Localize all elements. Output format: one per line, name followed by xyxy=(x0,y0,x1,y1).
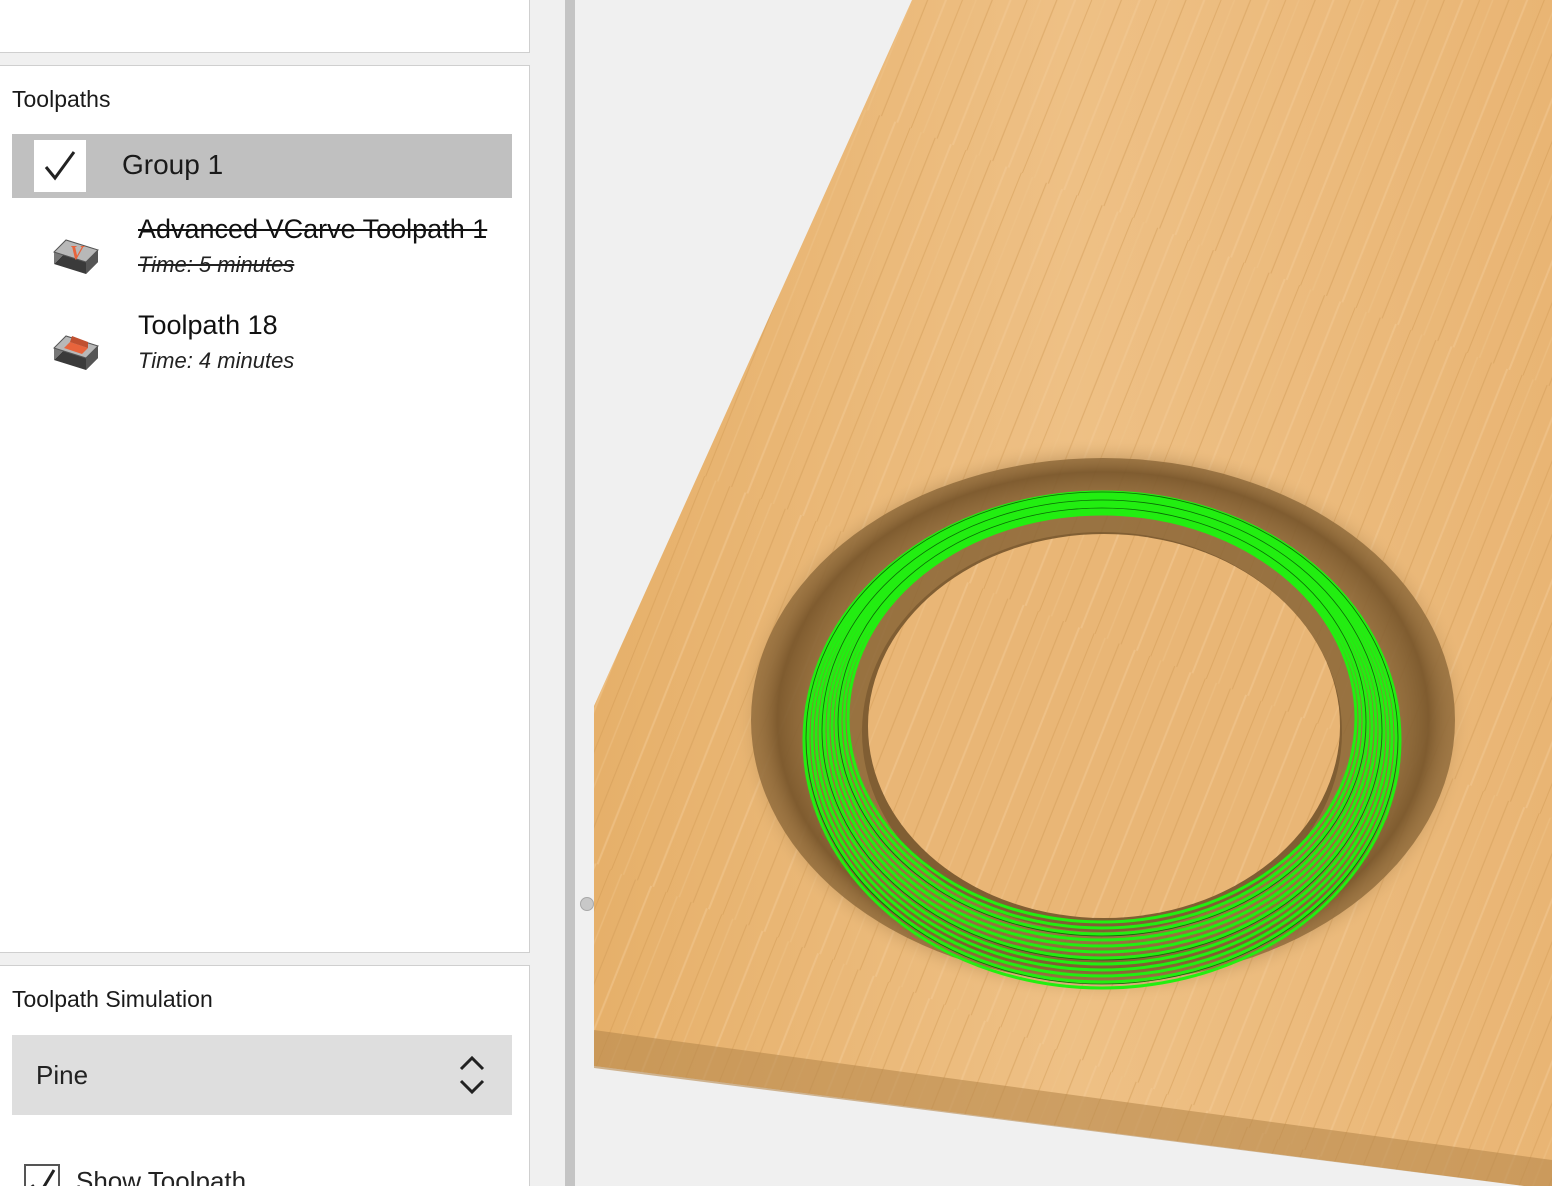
toolpaths-panel: Toolpaths Group 1 V Advanced VCarve Tool… xyxy=(0,65,530,953)
show-toolpath-label: Show Toolpath xyxy=(76,1166,247,1186)
top-panel-area xyxy=(0,0,530,53)
material-select[interactable]: Pine xyxy=(12,1035,512,1115)
toolpath-item-18[interactable]: Toolpath 18 Time: 4 minutes xyxy=(12,310,512,390)
toolpath-name: Toolpath 18 xyxy=(138,310,278,340)
toolpath-simulation-panel: Toolpath Simulation Pine Show Toolpath xyxy=(0,965,530,1186)
left-panel: Toolpaths Group 1 V Advanced VCarve Tool… xyxy=(0,0,531,1186)
svg-text:V: V xyxy=(70,242,85,264)
toolpath-time: Time: 5 minutes xyxy=(138,252,295,277)
checkmark-icon xyxy=(44,151,76,181)
3d-viewport[interactable] xyxy=(594,0,1552,1186)
toolpath-item-vcarve[interactable]: V Advanced VCarve Toolpath 1 Time: 5 min… xyxy=(12,214,512,294)
group-label: Group 1 xyxy=(122,149,224,180)
vcarve-icon: V xyxy=(53,239,99,274)
updown-chevron-icon xyxy=(459,1055,485,1095)
show-toolpath-row[interactable]: Show Toolpath xyxy=(24,1164,424,1186)
checkmark-icon xyxy=(30,1169,56,1186)
material-value: Pine xyxy=(36,1060,89,1090)
toolpath-time: Time: 4 minutes xyxy=(138,348,295,373)
show-toolpath-checkbox[interactable] xyxy=(24,1164,60,1186)
panel-splitter[interactable] xyxy=(531,0,594,1186)
splitter-handle[interactable] xyxy=(580,897,594,911)
toolpaths-title: Toolpaths xyxy=(12,86,111,112)
splitter-bar[interactable] xyxy=(565,0,575,1186)
group-checkbox[interactable] xyxy=(34,140,86,192)
toolpath-name: Advanced VCarve Toolpath 1 xyxy=(138,214,488,244)
simulation-title: Toolpath Simulation xyxy=(12,986,213,1012)
toolpath-group-row[interactable]: Group 1 xyxy=(12,134,512,198)
app-window: Toolpaths Group 1 V Advanced VCarve Tool… xyxy=(0,0,1552,1186)
pocket-icon xyxy=(53,335,99,370)
simulation-render xyxy=(594,0,1552,1186)
